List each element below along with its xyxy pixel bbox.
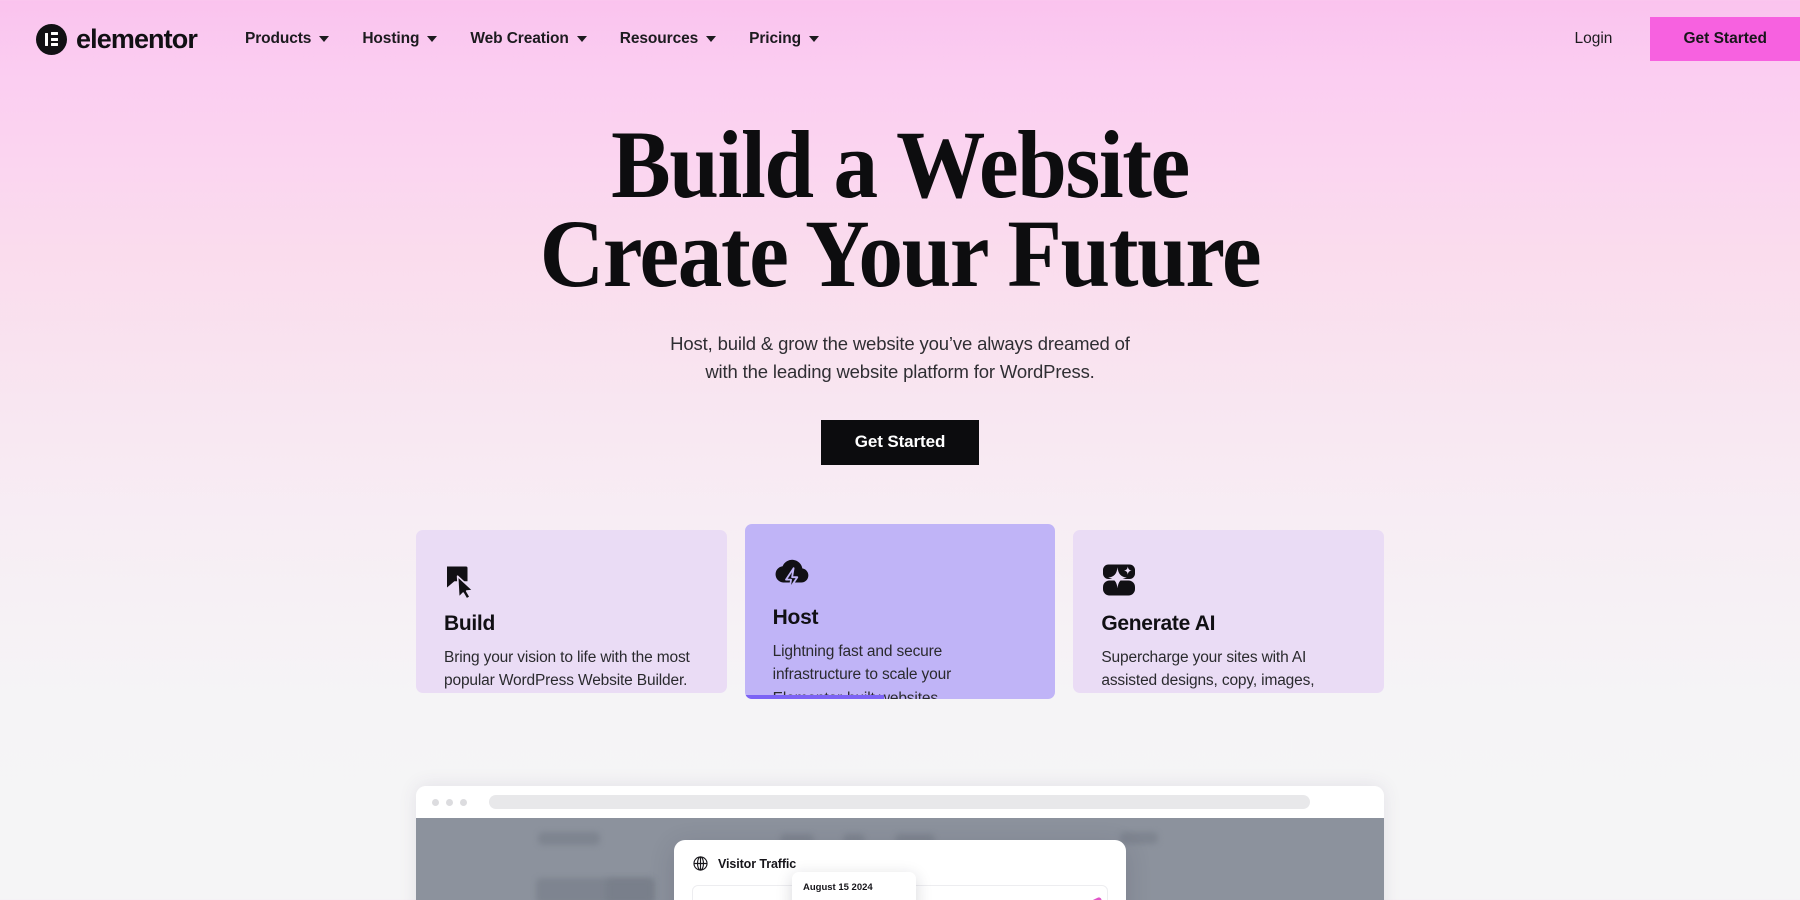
widget-header: Visitor Traffic xyxy=(692,855,1108,872)
nav-label: Web Creation xyxy=(470,30,569,47)
cloud-lightning-icon xyxy=(773,554,1028,594)
blurred-site-logo xyxy=(538,832,600,845)
feature-cards: Build Bring your vision to life with the… xyxy=(416,524,1385,699)
hero-sub-line-1: Host, build & grow the website you’ve al… xyxy=(670,332,1130,354)
nav-item-web-creation[interactable]: Web Creation xyxy=(470,30,587,48)
header-get-started-button[interactable]: Get Started xyxy=(1650,17,1800,61)
feature-card-description: Lightning fast and secure infrastructure… xyxy=(772,643,952,699)
nav-label: Hosting xyxy=(362,30,420,47)
nav-label: Resources xyxy=(619,30,699,47)
ai-sparkle-icon xyxy=(1101,560,1356,600)
feature-card-description: Supercharge your sites with AI assisted … xyxy=(1101,649,1315,690)
feature-card-title: Generate AI xyxy=(1101,612,1216,635)
widget-title: Visitor Traffic xyxy=(718,856,797,871)
progress-fill xyxy=(744,695,885,699)
chevron-down-icon xyxy=(319,36,330,42)
browser-viewport: Visitor Traffic August 15 2024 Visitors … xyxy=(416,818,1384,900)
blurred-site-nav-4 xyxy=(1120,832,1158,844)
chevron-down-icon xyxy=(576,36,587,42)
nav-item-hosting[interactable]: Hosting xyxy=(362,30,438,48)
main-navigation: Products Hosting Web Creation Resources … xyxy=(245,30,819,48)
header-actions: Login Get Started xyxy=(1575,0,1800,78)
nav-label: Products xyxy=(244,30,312,47)
elementor-logo-icon xyxy=(36,23,67,55)
visitor-traffic-widget: Visitor Traffic August 15 2024 Visitors … xyxy=(674,840,1126,900)
chart-tooltip: August 15 2024 Visitors Total Pageviews xyxy=(792,872,916,900)
feature-card-host[interactable]: Host Lightning fast and secure infrastru… xyxy=(744,524,1056,699)
nav-item-pricing[interactable]: Pricing xyxy=(749,30,819,48)
brand-name: elementor xyxy=(76,23,198,54)
browser-url-bar[interactable] xyxy=(489,795,1310,809)
feature-card-progress xyxy=(744,695,1056,699)
chevron-down-icon xyxy=(427,36,438,42)
window-controls-icon xyxy=(432,798,467,806)
feature-card-generate-ai[interactable]: Generate AI Supercharge your sites with … xyxy=(1073,530,1385,693)
feature-card-build[interactable]: Build Bring your vision to life with the… xyxy=(416,530,727,693)
hero-heading: Build a Website Create Your Future xyxy=(63,111,1737,308)
feature-card-title: Host xyxy=(772,606,819,629)
login-link[interactable]: Login xyxy=(1575,30,1651,48)
blurred-site-headline-2 xyxy=(606,878,654,900)
tooltip-date: August 15 2024 xyxy=(803,882,873,893)
nav-item-resources[interactable]: Resources xyxy=(619,30,717,48)
cursor-square-icon xyxy=(444,560,699,600)
hero-heading-line-2: Create Your Future xyxy=(539,200,1262,308)
feature-card-title: Build xyxy=(444,612,495,635)
browser-mockup: Visitor Traffic August 15 2024 Visitors … xyxy=(416,786,1384,900)
hero-subheading: Host, build & grow the website you’ve al… xyxy=(0,330,1800,386)
hero-section: Build a Website Create Your Future Host,… xyxy=(0,111,1800,465)
chevron-down-icon xyxy=(706,36,717,42)
feature-card-description: Bring your vision to life with the most … xyxy=(444,649,690,690)
chevron-down-icon xyxy=(808,36,819,42)
browser-toolbar xyxy=(416,786,1384,818)
hero-sub-line-2: with the leading website platform for Wo… xyxy=(705,360,1095,382)
site-header: elementor Products Hosting Web Creation … xyxy=(0,0,1800,78)
hero-heading-line-1: Build a Website xyxy=(611,111,1190,218)
nav-label: Pricing xyxy=(749,30,801,47)
hero-get-started-button[interactable]: Get Started xyxy=(820,419,980,465)
globe-icon xyxy=(693,856,708,871)
brand-logo[interactable]: elementor xyxy=(36,23,198,55)
nav-item-products[interactable]: Products xyxy=(244,30,330,48)
